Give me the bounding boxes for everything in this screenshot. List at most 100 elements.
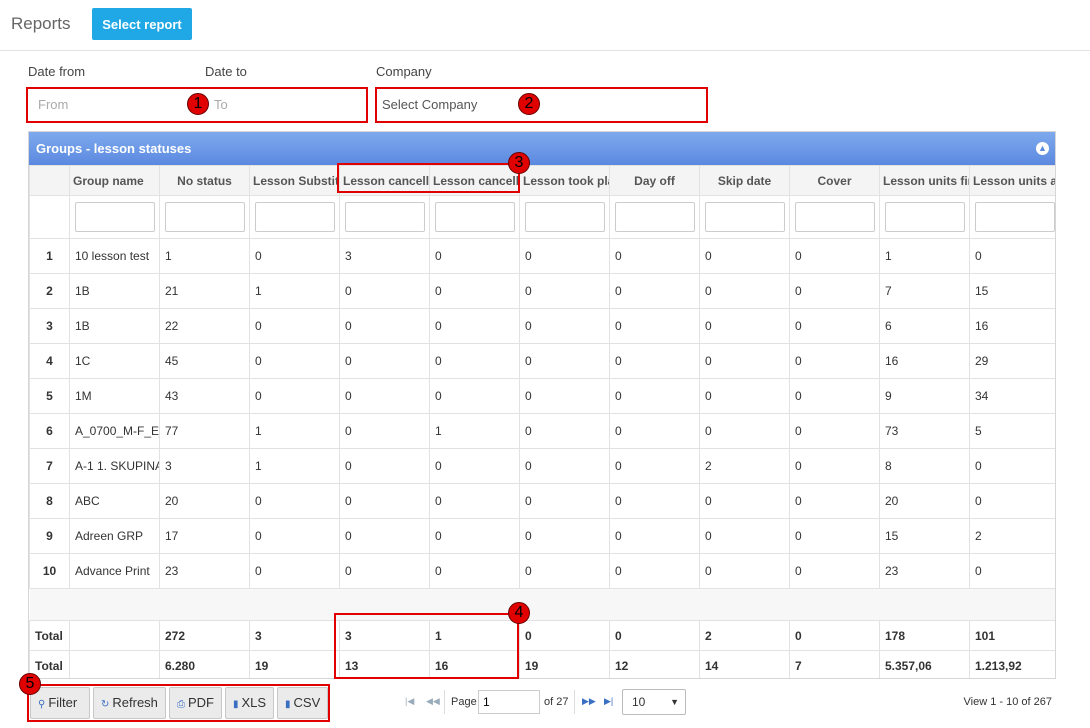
cell: 0 — [609, 518, 700, 554]
top-bar: Reports Select report — [0, 0, 1090, 51]
cell: 1 — [879, 238, 970, 274]
cell: 0 — [699, 308, 790, 344]
page-number-input[interactable] — [478, 690, 540, 714]
cell: Adreen GRP — [69, 518, 160, 554]
table-row[interactable]: 2 1B 21 1 0 0 0 0 0 0 7 15 — [29, 273, 1055, 309]
cell: 0 — [429, 483, 520, 519]
cell: 45 — [159, 343, 250, 379]
cell: 0 — [699, 413, 790, 449]
column-filter-input[interactable] — [435, 202, 515, 232]
pager-separator — [574, 690, 575, 714]
column-header[interactable]: Skip date — [699, 165, 790, 196]
column-filter-input[interactable] — [975, 202, 1055, 232]
cell: 0 — [519, 518, 610, 554]
table-row[interactable]: 7 A-1 1. SKUPINA 3 1 0 0 0 0 2 0 8 0 — [29, 448, 1055, 484]
date-to-input[interactable]: To — [204, 90, 364, 120]
column-filter-input[interactable] — [885, 202, 965, 232]
column-header[interactable]: Lesson cancelle — [339, 165, 430, 196]
cell: 0 — [339, 343, 430, 379]
cell: 0 — [339, 413, 430, 449]
cell: 0 — [789, 343, 880, 379]
cell: 0 — [249, 308, 340, 344]
cell: 73 — [879, 413, 970, 449]
first-page-icon[interactable]: |◀ — [405, 696, 414, 707]
table-row[interactable]: 5 1M 43 0 0 0 0 0 0 0 9 34 — [29, 378, 1055, 414]
cell: 272 — [159, 620, 250, 651]
cell: 23 — [879, 553, 970, 589]
table-row[interactable]: 9 Adreen GRP 17 0 0 0 0 0 0 0 15 2 — [29, 518, 1055, 554]
column-filter-input[interactable] — [705, 202, 785, 232]
table-row[interactable]: 3 1B 22 0 0 0 0 0 0 0 6 16 — [29, 308, 1055, 344]
prev-page-icon[interactable]: ◀◀ — [426, 696, 440, 707]
page-size-select[interactable]: 10 ▼ — [622, 689, 686, 715]
cell: 0 — [789, 483, 880, 519]
header-row: Group name No status Lesson Substitu Les… — [29, 165, 1055, 196]
report-grid: Groups - lesson statuses ▲ Group name No… — [28, 131, 1056, 679]
cell: 0 — [429, 553, 520, 589]
cell: 16 — [429, 650, 520, 678]
table-row[interactable]: 6 A_0700_M-F_E_ 77 1 0 1 0 0 0 0 73 5 — [29, 413, 1055, 449]
cell: 1 — [429, 620, 520, 651]
cell: 13 — [339, 650, 430, 678]
cell: 0 — [429, 308, 520, 344]
column-filter-input[interactable] — [615, 202, 695, 232]
cell: 0 — [519, 620, 610, 651]
cell: 2 — [969, 518, 1055, 554]
cell: 0 — [339, 483, 430, 519]
column-header[interactable]: No status — [159, 165, 250, 196]
cell: 1C — [69, 343, 160, 379]
column-header[interactable]: Lesson Substitu — [249, 165, 340, 196]
cell: 0 — [519, 343, 610, 379]
column-header[interactable]: Group name — [69, 165, 160, 196]
cell: 0 — [609, 448, 700, 484]
cell: 6 — [879, 308, 970, 344]
document-icon: ▮ — [233, 699, 239, 710]
select-report-button[interactable]: Select report — [92, 8, 192, 40]
row-number: 10 — [29, 553, 70, 589]
csv-button[interactable]: ▮ CSV — [277, 687, 328, 719]
column-header[interactable]: Lesson took pla — [519, 165, 610, 196]
cell: 0 — [249, 343, 340, 379]
filter-button[interactable]: ⚲ Filter — [30, 687, 90, 719]
collapse-icon[interactable]: ▲ — [1036, 142, 1049, 155]
column-filter-input[interactable] — [525, 202, 605, 232]
cell: 0 — [969, 238, 1055, 274]
table-row[interactable]: 1 10 lesson test 1 0 3 0 0 0 0 0 1 0 — [29, 238, 1055, 274]
last-page-icon[interactable]: ▶| — [604, 696, 613, 707]
table-row[interactable]: 4 1C 45 0 0 0 0 0 0 0 16 29 — [29, 343, 1055, 379]
column-filter-input[interactable] — [345, 202, 425, 232]
column-header[interactable]: Lesson cancelle — [429, 165, 520, 196]
cell: 1B — [69, 273, 160, 309]
refresh-button-label: Refresh — [112, 695, 158, 710]
column-filter-input[interactable] — [75, 202, 155, 232]
next-page-icon[interactable]: ▶▶ — [582, 696, 596, 707]
column-header[interactable]: Lesson units fir — [879, 165, 970, 196]
table-row[interactable]: 10 Advance Print 23 0 0 0 0 0 0 0 23 0 — [29, 553, 1055, 589]
cell: 0 — [519, 308, 610, 344]
cell: 7 — [789, 650, 880, 678]
csv-button-label: CSV — [293, 695, 321, 710]
column-header[interactable]: Day off — [609, 165, 700, 196]
page-total-label: of 27 — [544, 696, 569, 708]
cell: 0 — [699, 483, 790, 519]
cell: 0 — [699, 553, 790, 589]
cell: 6.280 — [159, 650, 250, 678]
cell: 0 — [249, 518, 340, 554]
table-row[interactable]: 8 ABC 20 0 0 0 0 0 0 0 20 0 — [29, 483, 1055, 519]
column-header[interactable]: Cover — [789, 165, 880, 196]
cell: 0 — [609, 413, 700, 449]
cell: 0 — [519, 273, 610, 309]
refresh-button[interactable]: ↻ Refresh — [93, 687, 166, 719]
annotation-badge: 5 — [19, 673, 41, 695]
column-filter-input[interactable] — [165, 202, 245, 232]
column-header[interactable]: Lesson units al — [969, 165, 1055, 196]
pdf-button[interactable]: ⎙ PDF — [169, 687, 222, 719]
column-filter-input[interactable] — [795, 202, 875, 232]
cell: 3 — [339, 238, 430, 274]
cell: 16 — [969, 308, 1055, 344]
xls-button[interactable]: ▮ XLS — [225, 687, 274, 719]
date-from-input[interactable]: From — [28, 90, 198, 120]
column-filter-input[interactable] — [255, 202, 335, 232]
cell: 1 — [429, 413, 520, 449]
cell: 10 lesson test — [69, 238, 160, 274]
